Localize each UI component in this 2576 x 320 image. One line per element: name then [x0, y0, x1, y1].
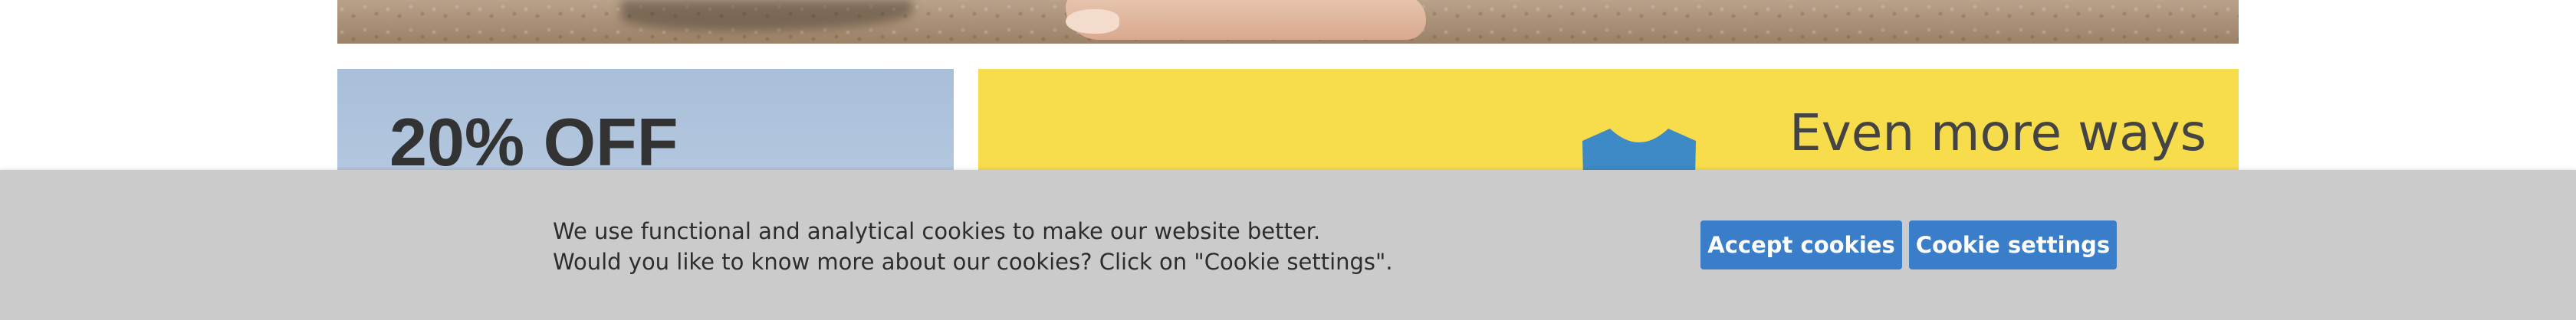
- accept-cookies-button[interactable]: Accept cookies: [1700, 220, 1902, 269]
- page: 20% OFF Even more ways We use functional…: [0, 0, 2576, 320]
- cookie-message-line-2: Would you like to know more about our co…: [553, 249, 1393, 275]
- cookie-message-line-1: We use functional and analytical cookies…: [553, 218, 1321, 244]
- cookie-banner: We use functional and analytical cookies…: [0, 170, 2576, 320]
- hero-image-beach[interactable]: [337, 0, 2239, 44]
- cookie-settings-button[interactable]: Cookie settings: [1909, 220, 2117, 269]
- promo-more-ways-title: Even more ways: [1789, 103, 2206, 162]
- hero-feet: [1066, 0, 1426, 40]
- promo-discount-headline: 20% OFF: [389, 104, 678, 180]
- cookie-message: We use functional and analytical cookies…: [553, 216, 1393, 277]
